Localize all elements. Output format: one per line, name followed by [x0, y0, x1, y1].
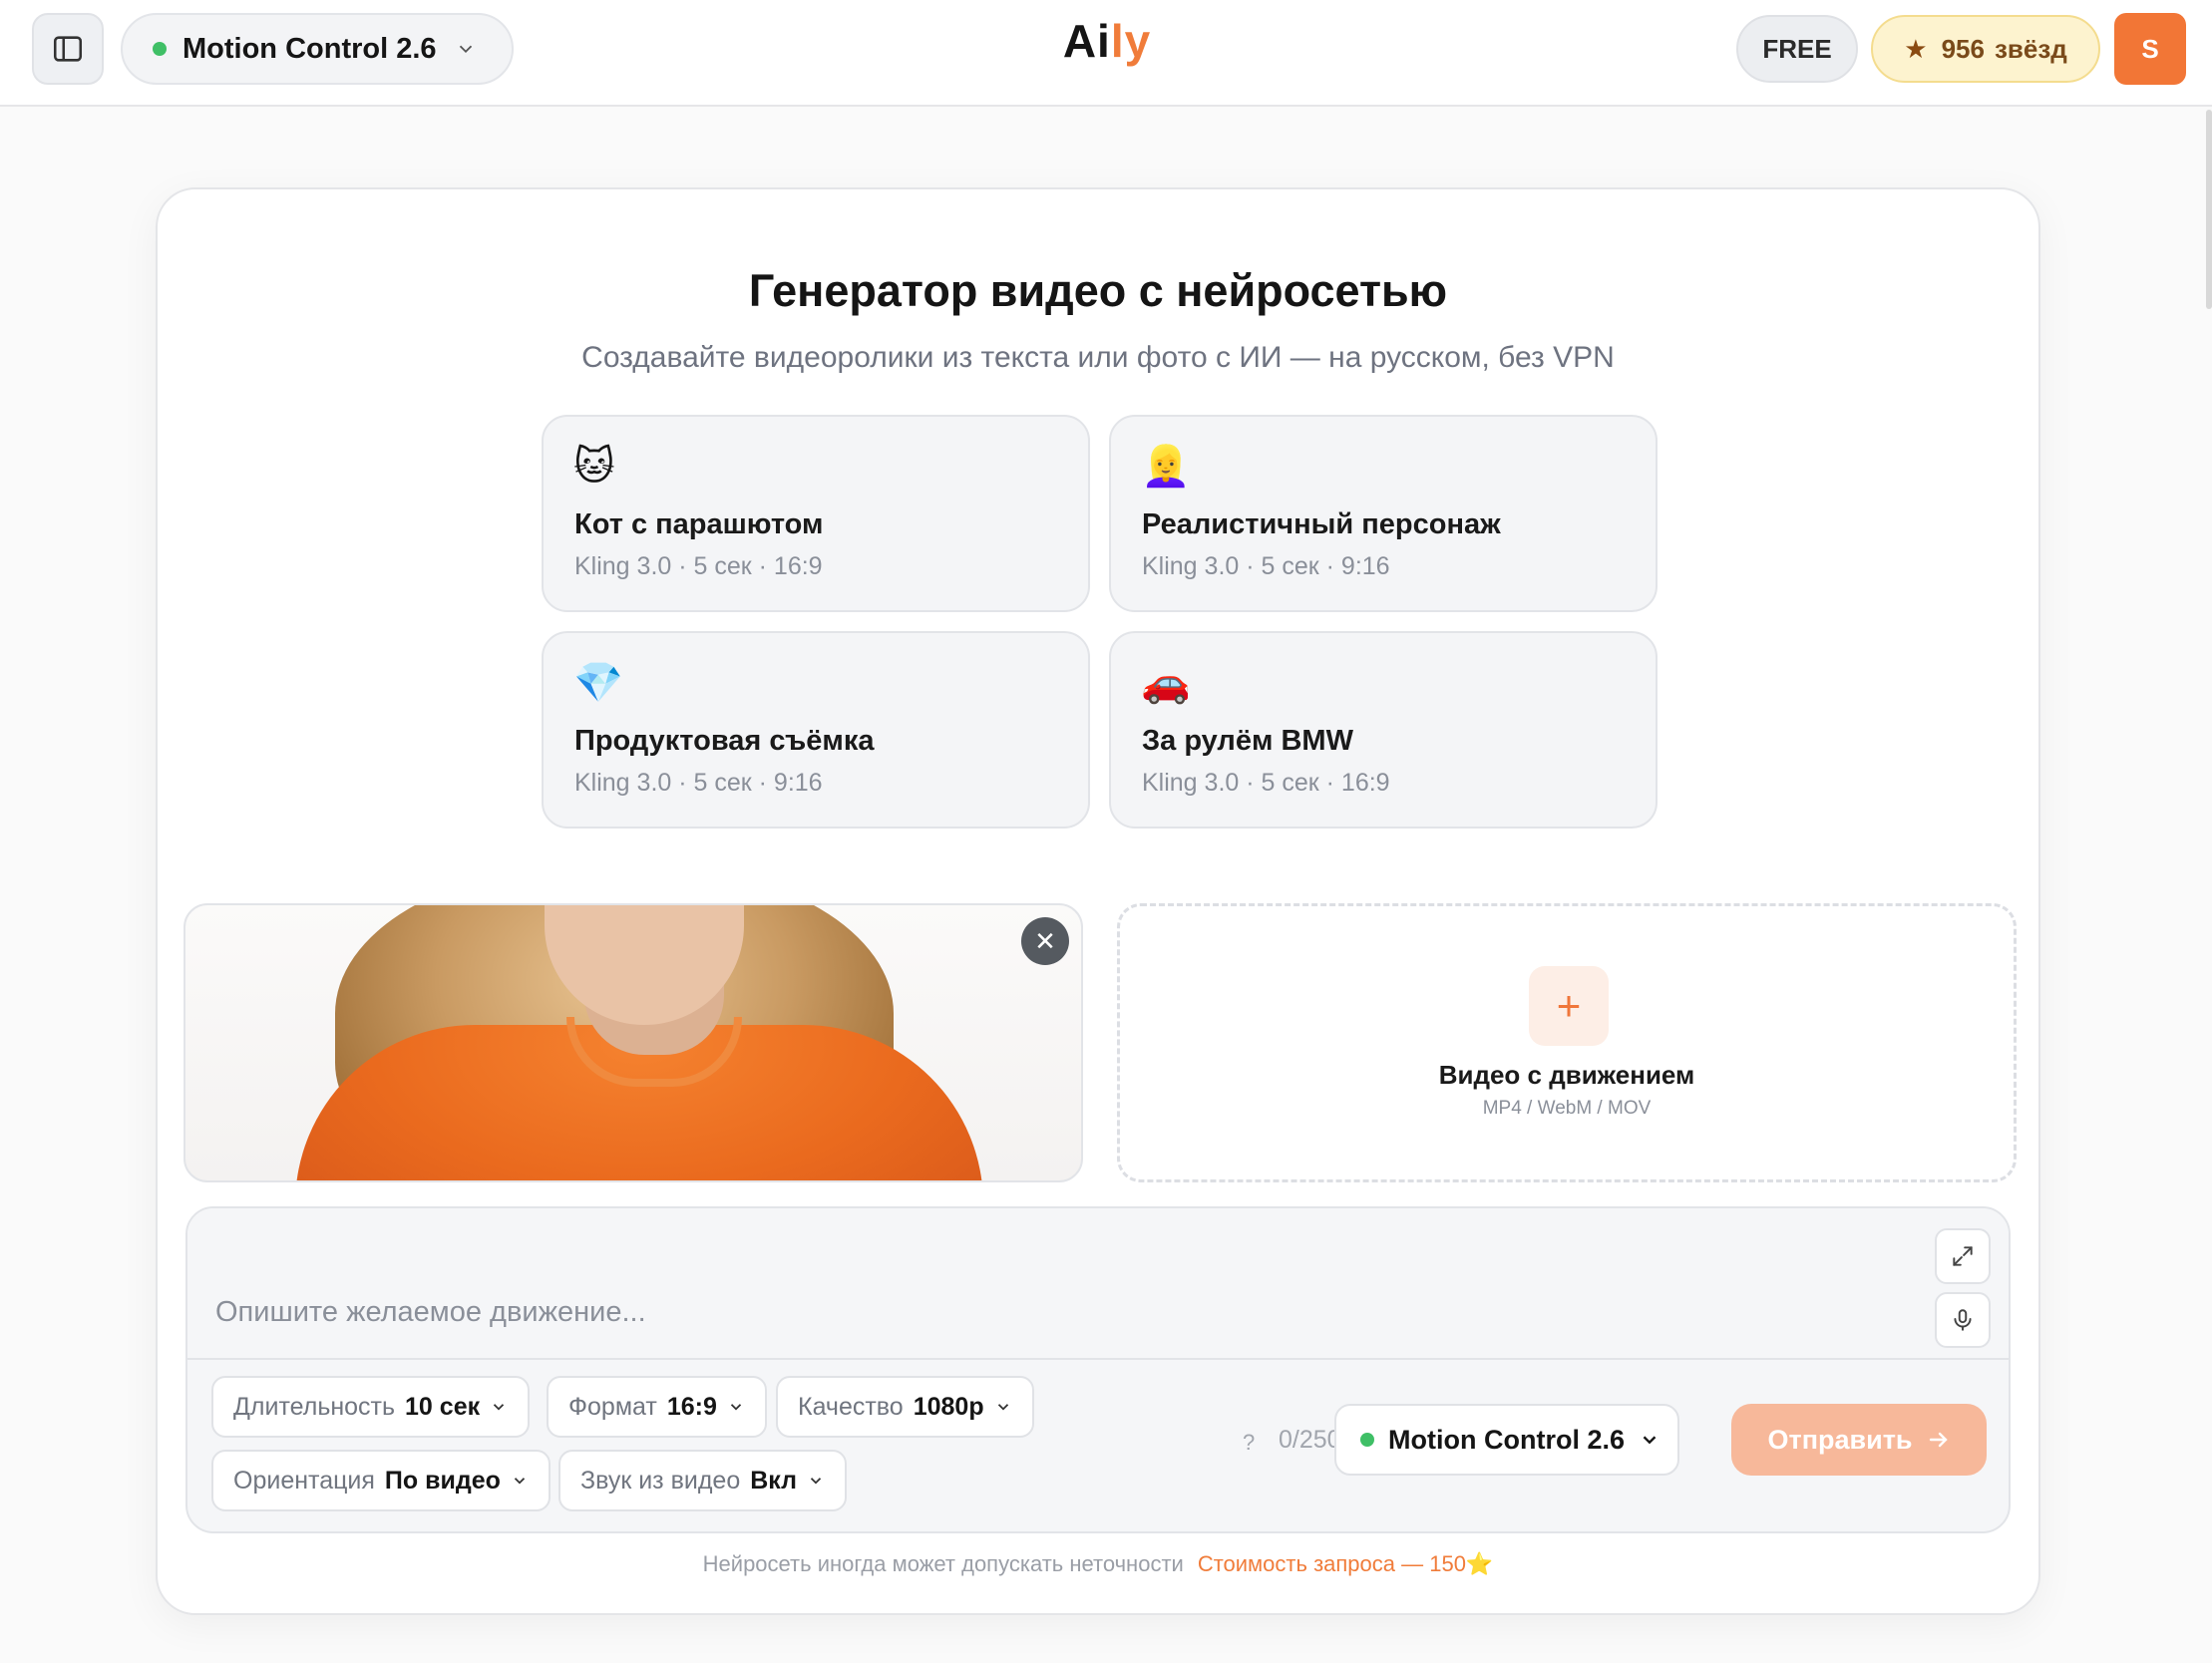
generator-card: Генератор видео с нейросетью Создавайте …	[156, 187, 2040, 1615]
stars-balance-button[interactable]: ★ 956 звёзд	[1871, 15, 2100, 83]
plan-badge[interactable]: FREE	[1736, 15, 1858, 83]
expand-icon	[1953, 1246, 1973, 1266]
logo-part-2: ly	[1110, 15, 1152, 67]
sidebar-toggle-button[interactable]	[32, 13, 104, 85]
example-title: Реалистичный персонаж	[1142, 508, 1501, 540]
prompt-model-label: Motion Control 2.6	[1388, 1424, 1625, 1455]
example-meta: Kling 3.0 · 5 сек · 16:9	[1142, 769, 1390, 797]
chevron-down-icon	[730, 1404, 741, 1411]
video-sound-select[interactable]: Звук из видео Вкл	[558, 1450, 847, 1511]
logo-part-1: Ai	[1062, 15, 1111, 67]
example-title: За рулём BMW	[1142, 725, 1353, 757]
status-dot	[1360, 1433, 1374, 1447]
stars-count: 956	[1941, 33, 1985, 64]
prompt-model-selector[interactable]: Motion Control 2.6	[1334, 1404, 1679, 1476]
video-upload-title: Видео с движением	[1438, 1060, 1695, 1090]
page-scrollbar[interactable]	[2206, 110, 2212, 309]
request-cost: Стоимость запроса — 150⭐	[1197, 1551, 1494, 1576]
person-icon: 👱‍♀️	[1141, 445, 1191, 489]
microphone-button[interactable]	[1935, 1292, 1991, 1348]
chevron-down-icon	[459, 45, 472, 54]
video-sound-label: Звук из видео	[580, 1466, 741, 1495]
cat-icon: 🐱	[573, 445, 615, 489]
format-select[interactable]: Формат 16:9	[547, 1376, 767, 1438]
quality-label: Качество	[798, 1392, 904, 1421]
chevron-down-icon	[1643, 1436, 1657, 1445]
car-icon: 🚗	[1141, 661, 1191, 705]
example-card-character[interactable]: 👱‍♀️ Реалистичный персонаж Kling 3.0 · 5…	[1109, 415, 1658, 612]
uploaded-image-preview: ✕	[184, 903, 1083, 1182]
example-title: Продуктовая съёмка	[574, 725, 875, 757]
video-sound-value: Вкл	[750, 1466, 797, 1495]
chevron-down-icon	[514, 1478, 526, 1485]
example-meta: Kling 3.0 · 5 сек · 9:16	[574, 769, 823, 797]
quality-select[interactable]: Качество 1080p	[776, 1376, 1034, 1438]
orientation-value: По видео	[384, 1466, 501, 1495]
page-title: Генератор видео с нейросетью	[748, 265, 1448, 316]
page-subtitle: Создавайте видеоролики из текста или фот…	[581, 341, 1615, 374]
sidebar-panel-icon	[53, 36, 83, 62]
chevron-down-icon	[493, 1404, 505, 1411]
duration-value: 10 сек	[405, 1392, 481, 1421]
expand-button[interactable]	[1935, 1228, 1991, 1284]
star-icon: ★	[1904, 33, 1928, 64]
microphone-icon	[1954, 1309, 1972, 1331]
example-meta: Kling 3.0 · 5 сек · 16:9	[574, 552, 823, 580]
orientation-select[interactable]: Ориентация По видео	[211, 1450, 551, 1511]
send-label: Отправить	[1767, 1424, 1913, 1455]
avatar[interactable]: S	[2114, 13, 2186, 85]
format-value: 16:9	[666, 1392, 717, 1421]
model-selector-label: Motion Control 2.6	[183, 32, 437, 65]
example-card-bmw[interactable]: 🚗 За рулём BMW Kling 3.0 · 5 сек · 16:9	[1109, 631, 1658, 829]
duration-label: Длительность	[233, 1392, 396, 1421]
plus-icon[interactable]: +	[1529, 966, 1609, 1046]
top-bar: Motion Control 2.6 Aily FREE ★ 956 звёзд…	[0, 0, 2212, 107]
prompt-placeholder: Опишите желаемое движение...	[215, 1296, 646, 1328]
duration-select[interactable]: Длительность 10 сек	[211, 1376, 531, 1438]
footer-note: Нейросеть иногда может допускать неточно…	[158, 1551, 2038, 1577]
disclaimer-text: Нейросеть иногда может допускать неточно…	[702, 1551, 1184, 1576]
close-icon: ✕	[1034, 926, 1056, 956]
send-button[interactable]: Отправить	[1731, 1404, 1987, 1476]
model-selector[interactable]: Motion Control 2.6	[121, 13, 514, 85]
video-upload-formats: MP4 / WebM / MOV	[1482, 1098, 1652, 1119]
arrow-right-icon	[1929, 1432, 1948, 1448]
help-icon[interactable]: ?	[1243, 1430, 1255, 1456]
prompt-box: Опишите желаемое движение... Длительност…	[185, 1206, 2011, 1533]
status-dot	[153, 42, 167, 56]
example-card-product[interactable]: 💎 Продуктовая съёмка Kling 3.0 · 5 сек ·…	[542, 631, 1090, 829]
video-upload-dropzone[interactable]: + Видео с движением MP4 / WebM / MOV	[1117, 903, 2017, 1182]
gem-icon: 💎	[573, 661, 623, 705]
format-label: Формат	[568, 1392, 657, 1421]
quality-value: 1080p	[913, 1392, 984, 1421]
remove-image-button[interactable]: ✕	[1021, 917, 1069, 965]
stars-label: звёзд	[1994, 33, 2067, 64]
example-meta: Kling 3.0 · 5 сек · 9:16	[1142, 552, 1390, 580]
chevron-down-icon	[997, 1404, 1008, 1411]
example-card-cat[interactable]: 🐱 Кот с парашютом Kling 3.0 · 5 сек · 16…	[542, 415, 1090, 612]
prompt-input[interactable]: Опишите желаемое движение...	[187, 1208, 2009, 1360]
chevron-down-icon	[810, 1478, 822, 1485]
orientation-label: Ориентация	[233, 1466, 375, 1495]
example-title: Кот с парашютом	[574, 508, 824, 540]
logo[interactable]: Aily	[1027, 14, 1187, 78]
